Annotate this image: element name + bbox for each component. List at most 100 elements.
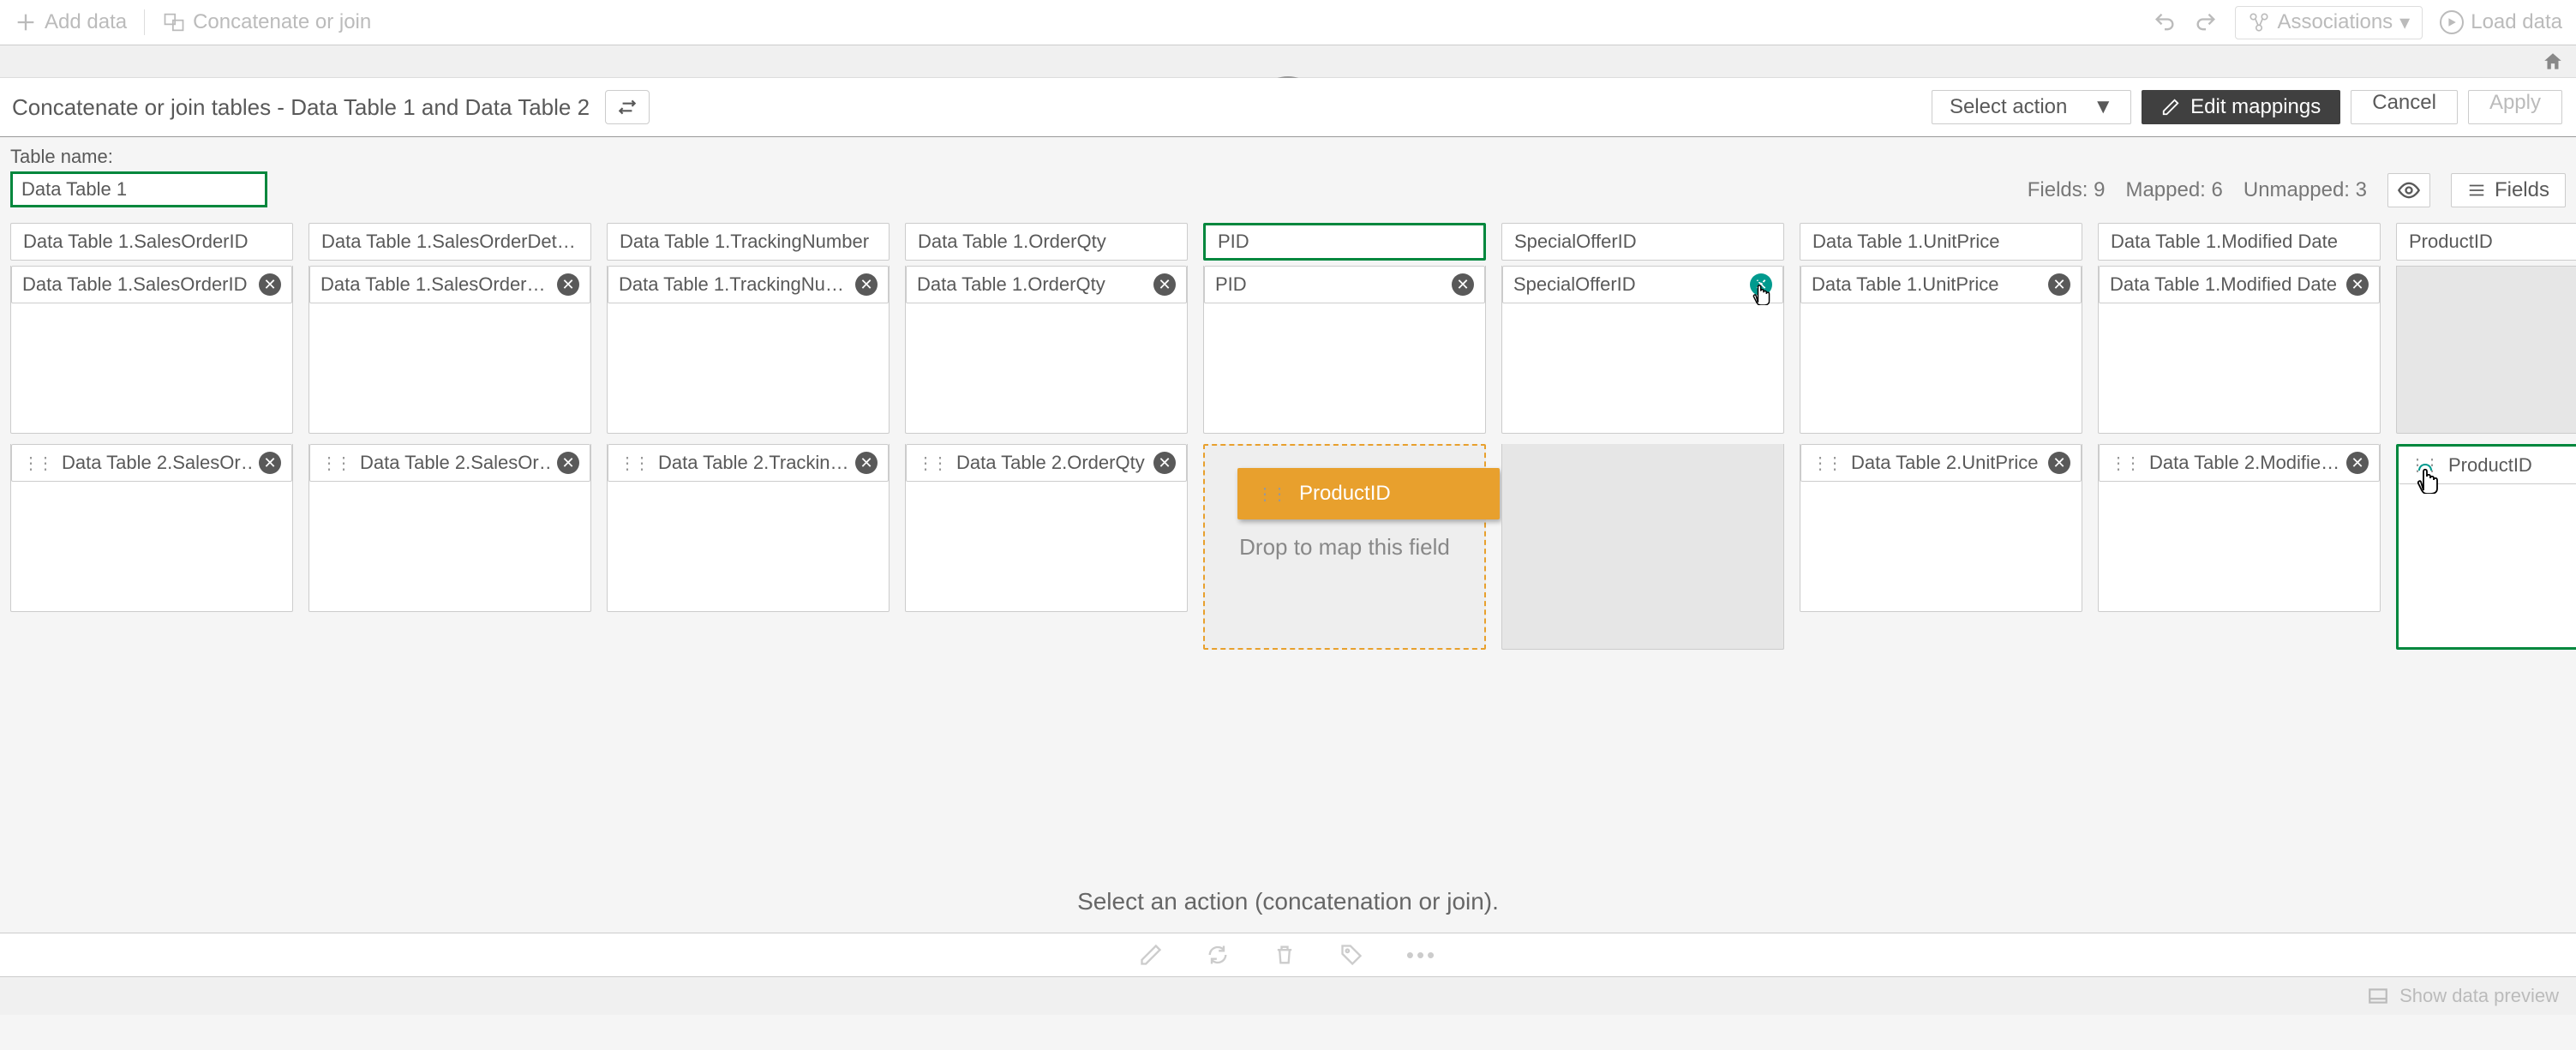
drag-handle-icon[interactable]	[2110, 453, 2139, 474]
mapping-column: Data Table 1.Modified Date Data Table 1.…	[2098, 223, 2381, 650]
drag-handle-icon[interactable]	[1812, 453, 1841, 474]
remove-icon[interactable]: ✕	[855, 273, 878, 296]
tablename-label: Table name:	[10, 146, 267, 168]
mapping-column-productid: ProductID ProductID ✕	[2396, 223, 2576, 650]
show-data-preview-label[interactable]: Show data preview	[2399, 985, 2559, 1007]
column-header[interactable]: Data Table 1.TrackingNumber	[607, 223, 890, 261]
chevron-down-icon: ▼	[2093, 95, 2113, 119]
drag-handle-icon[interactable]	[917, 453, 946, 474]
play-icon	[2440, 10, 2464, 34]
tablename-input[interactable]	[10, 171, 267, 207]
chip-label: PID	[1215, 273, 1445, 296]
field-chip[interactable]: PID ✕	[1204, 266, 1485, 303]
field-chip[interactable]: Data Table 1.SalesOrder… ✕	[309, 266, 590, 303]
field-chip[interactable]: Data Table 2.SalesOr… ✕	[11, 444, 292, 482]
apply-button[interactable]: Apply	[2468, 90, 2562, 124]
drag-handle-icon[interactable]	[22, 453, 51, 474]
concatenate-button[interactable]: Concatenate or join	[162, 10, 371, 34]
remove-icon[interactable]: ✕	[1452, 273, 1474, 296]
column-header[interactable]: Data Table 1.SalesOrderID	[10, 223, 293, 261]
home-icon[interactable]	[2542, 51, 2564, 73]
empty-slot[interactable]	[1501, 444, 1784, 650]
remove-icon[interactable]: ✕	[2346, 273, 2369, 296]
column-header[interactable]: SpecialOfferID	[1501, 223, 1784, 261]
remove-icon[interactable]: ✕	[1153, 273, 1176, 296]
field-chip[interactable]: Data Table 1.UnitPrice ✕	[1800, 266, 2082, 303]
field-chip[interactable]: Data Table 2.OrderQty ✕	[906, 444, 1187, 482]
chip-label: Data Table 1.SalesOrder…	[321, 273, 550, 296]
empty-slot[interactable]	[2396, 266, 2576, 434]
remove-icon[interactable]: ✕	[259, 273, 281, 296]
more-icon[interactable]: •••	[1406, 942, 1437, 969]
remove-icon[interactable]: ✕	[557, 273, 579, 296]
highlighted-slot[interactable]: ProductID ✕	[2396, 444, 2576, 650]
column-header[interactable]: Data Table 1.UnitPrice	[1800, 223, 2082, 261]
preview-visibility-button[interactable]	[2387, 173, 2430, 207]
edit-mappings-button[interactable]: Edit mappings	[2142, 90, 2340, 124]
chip-label: Data Table 2.Modifie…	[2149, 452, 2339, 474]
drag-handle-icon[interactable]	[321, 453, 350, 474]
field-chip[interactable]: Data Table 1.Modified Date ✕	[2099, 266, 2380, 303]
undo-icon[interactable]	[2153, 10, 2177, 34]
column-header[interactable]: Data Table 1.OrderQty	[905, 223, 1188, 261]
chip-label: Data Table 2.SalesOr…	[360, 452, 550, 474]
field-chip[interactable]: Data Table 1.SalesOrderID ✕	[11, 266, 292, 303]
columns-area: Data Table 1.SalesOrderID Data Table 1.S…	[0, 207, 2576, 665]
remove-icon[interactable]: ✕	[557, 452, 579, 474]
select-action-label: Select action	[1950, 95, 2067, 119]
remove-icon[interactable]: ✕	[2048, 273, 2070, 296]
field-chip[interactable]: SpecialOfferID ✕	[1502, 266, 1783, 303]
associations-label: Associations	[2277, 10, 2393, 34]
chevron-down-icon: ▾	[2399, 10, 2410, 35]
redo-icon[interactable]	[2194, 10, 2218, 34]
field-chip[interactable]: Data Table 2.SalesOr… ✕	[309, 444, 590, 482]
drop-zone-label: Drop to map this field	[1239, 534, 1450, 561]
load-data-button[interactable]: Load data	[2440, 10, 2562, 34]
sub-bar	[0, 45, 2576, 78]
column-header[interactable]: Data Table 1.Modified Date	[2098, 223, 2381, 261]
refresh-icon[interactable]	[1206, 943, 1230, 967]
chip-label: Data Table 2.Trackin…	[658, 452, 848, 474]
column-header[interactable]: Data Table 1.SalesOrderDetailID	[309, 223, 591, 261]
cancel-button[interactable]: Cancel	[2351, 90, 2458, 124]
add-data-button[interactable]: Add data	[14, 10, 127, 34]
top-toolbar: Add data Concatenate or join Association…	[0, 0, 2576, 45]
dragging-chip[interactable]: ProductID	[1237, 468, 1500, 519]
remove-icon[interactable]: ✕	[2346, 452, 2369, 474]
apply-label: Apply	[2489, 91, 2541, 114]
fields-menu-button[interactable]: Fields	[2451, 173, 2566, 207]
toolbar-separator	[144, 9, 145, 35]
remove-icon[interactable]: ✕	[259, 452, 281, 474]
cursor-icon	[1748, 274, 1779, 305]
field-chip[interactable]: Data Table 2.UnitPrice ✕	[1800, 444, 2082, 482]
chip-label: Data Table 2.SalesOr…	[62, 452, 252, 474]
drag-handle-icon[interactable]	[619, 453, 648, 474]
select-action-dropdown[interactable]: Select action ▼	[1932, 90, 2131, 124]
mapping-column: Data Table 1.SalesOrderDetailID Data Tab…	[309, 223, 591, 650]
field-chip[interactable]: Data Table 2.Modifie… ✕	[2099, 444, 2380, 482]
delete-icon[interactable]	[1273, 943, 1297, 967]
associations-button[interactable]: Associations ▾	[2235, 6, 2423, 39]
remove-icon[interactable]: ✕	[2048, 452, 2070, 474]
bottom-bar: Show data preview	[0, 977, 2576, 1015]
cancel-label: Cancel	[2372, 91, 2436, 114]
preview-panel-icon[interactable]	[2367, 985, 2389, 1007]
chip-label: Data Table 2.OrderQty	[956, 452, 1145, 474]
field-chip[interactable]: Data Table 1.OrderQty ✕	[906, 266, 1187, 303]
footer-message: Select an action (concatenation or join)…	[0, 665, 2576, 933]
swap-tables-button[interactable]	[605, 90, 650, 124]
column-header[interactable]: PID	[1203, 223, 1486, 261]
mapped-count: Mapped: 6	[2125, 178, 2222, 202]
mapping-column: SpecialOfferID SpecialOfferID ✕	[1501, 223, 1784, 650]
mapping-column-pid: PID PID ✕ Drop to map this field Product…	[1203, 223, 1486, 650]
unmapped-count: Unmapped: 3	[2244, 178, 2367, 202]
remove-icon[interactable]: ✕	[1153, 452, 1176, 474]
tag-icon[interactable]	[1339, 943, 1363, 967]
remove-icon[interactable]: ✕	[855, 452, 878, 474]
chip-label: Data Table 1.SalesOrderID	[22, 273, 252, 296]
edit-mappings-label: Edit mappings	[2190, 95, 2321, 119]
column-header[interactable]: ProductID	[2396, 223, 2576, 261]
field-chip[interactable]: Data Table 1.TrackingNu… ✕	[608, 266, 889, 303]
edit-icon[interactable]	[1139, 943, 1163, 967]
field-chip[interactable]: Data Table 2.Trackin… ✕	[608, 444, 889, 482]
